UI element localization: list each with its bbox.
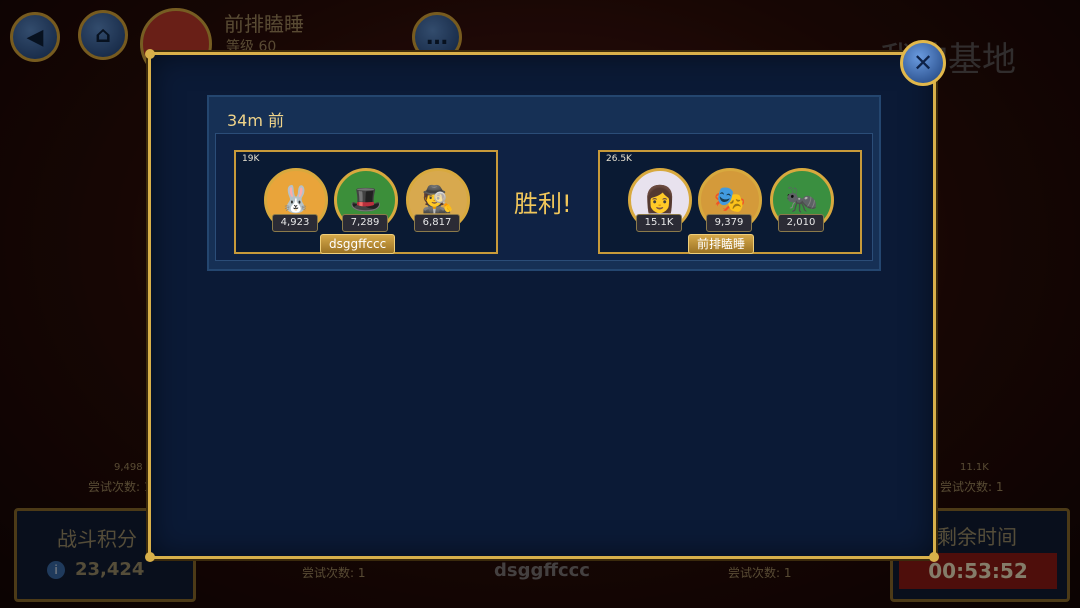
hero-power: 9,379 bbox=[706, 214, 752, 232]
bunny-hero-icon: 🐰 bbox=[279, 185, 313, 215]
corner-ornament bbox=[929, 552, 939, 562]
fedora-hero-icon: 🕵 bbox=[421, 185, 455, 215]
close-button[interactable]: ✕ bbox=[900, 40, 946, 86]
antennae-hero-icon: 🐜 bbox=[785, 185, 819, 215]
team-power: 26.5K bbox=[606, 154, 632, 164]
defender-name: 前排瞌睡 bbox=[688, 234, 755, 254]
corner-ornament bbox=[145, 552, 155, 562]
hero-power: 4,923 bbox=[272, 214, 318, 232]
battle-log-dialog: 34m 前 19K 🐰 4,923 🎩 7,289 🕵 6,817 dsggff… bbox=[145, 49, 939, 562]
team-power: 19K bbox=[242, 154, 260, 164]
leprechaun-hero-icon: 🎩 bbox=[349, 185, 383, 215]
corner-ornament bbox=[145, 49, 155, 59]
nun-hero-icon: 👩 bbox=[643, 185, 677, 215]
hero-power: 2,010 bbox=[778, 214, 824, 232]
hero-power: 7,289 bbox=[342, 214, 388, 232]
attacker-team[interactable]: 19K 🐰 4,923 🎩 7,289 🕵 6,817 dsggffccc bbox=[234, 150, 498, 254]
defender-team[interactable]: 26.5K 👩 15.1K 🎭 9,379 🐜 2,010 前排瞌睡 bbox=[598, 150, 862, 254]
battle-record-card[interactable]: 34m 前 19K 🐰 4,923 🎩 7,289 🕵 6,817 dsggff… bbox=[207, 95, 881, 271]
plague-mask-hero-icon: 🎭 bbox=[713, 185, 747, 215]
battle-result: 胜利! bbox=[514, 190, 572, 218]
battle-time: 34m 前 bbox=[227, 111, 285, 130]
attacker-name: dsggffccc bbox=[320, 234, 396, 254]
battle-record-body: 19K 🐰 4,923 🎩 7,289 🕵 6,817 dsggffccc 胜利… bbox=[215, 133, 873, 261]
hero-power: 15.1K bbox=[636, 214, 682, 232]
close-icon: ✕ bbox=[912, 49, 934, 77]
hero-power: 6,817 bbox=[414, 214, 460, 232]
